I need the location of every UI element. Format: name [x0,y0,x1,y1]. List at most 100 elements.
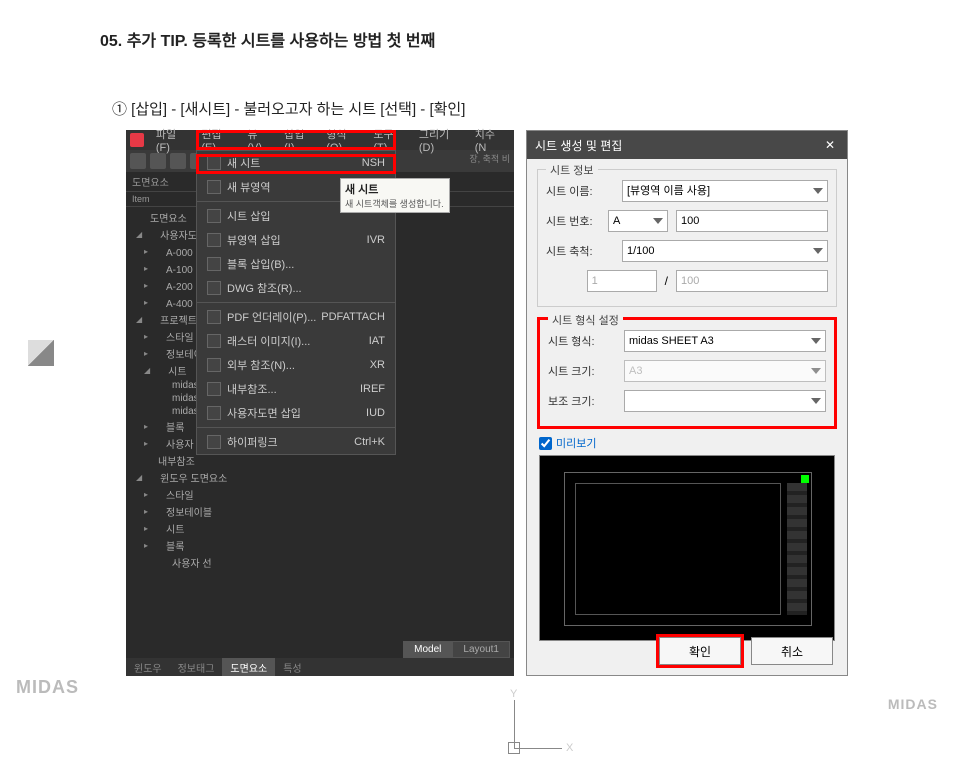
tab-layout1[interactable]: Layout1 [452,641,510,658]
tree-item-label: 도면요소 [150,210,187,225]
preview-area [539,455,835,641]
chevron-icon: ◢ [144,366,150,375]
chevron-icon: ▸ [144,332,148,341]
menu-separator [197,302,395,303]
tree-item-label: 블록 [166,419,184,434]
menu-item[interactable]: DWG 참조(R)... [197,276,395,300]
folder-icon [136,213,146,223]
tooltip-desc: 새 시트객체를 생성합니다. [345,197,445,210]
status-tab-infotag[interactable]: 정보태그 [170,658,223,676]
status-tab-window[interactable]: 윈도우 [126,658,170,676]
close-icon[interactable]: ✕ [821,136,839,154]
node-icon [152,422,162,432]
side-logo-icon [28,340,54,366]
sheet-number-input[interactable] [676,210,828,232]
menu-item[interactable]: PDF 언더레이(P)...PDFATTACH [197,305,395,329]
status-tab-drawing[interactable]: 도면요소 [222,658,275,676]
ok-button[interactable]: 확인 [659,637,741,665]
menu-item-shortcut: IVR [367,234,385,246]
new-sheet-tooltip: 새 시트 새 시트객체를 생성합니다. [340,178,450,213]
menu-item-label: 내부참조... [227,381,277,397]
menu-item-icon [207,334,221,348]
ucs-axis-icon: Y X [496,700,576,780]
status-tabs: 윈도우 정보태그 도면요소 특성 [126,658,514,676]
ribbon-tool-icon[interactable] [130,153,146,169]
menu-file[interactable]: 파일(F) [150,124,193,156]
tree-item[interactable]: ▸시트 [126,520,514,537]
menu-item-shortcut: IUD [366,407,385,419]
sheet-icon [158,394,168,404]
page-title: 05. 추가 TIP. 등록한 시트를 사용하는 방법 첫 번째 [100,27,435,51]
menu-item-label: 하이퍼링크 [227,434,278,450]
menu-item[interactable]: 외부 참조(N)...XR [197,353,395,377]
highlight-new-sheet-item [196,154,396,174]
tree-item[interactable]: ▸스타일 [126,486,514,503]
menu-item-label: 새 뷰영역 [227,179,271,195]
ribbon-tool-icon[interactable] [170,153,186,169]
tab-model[interactable]: Model [403,641,452,658]
tooltip-title: 새 시트 [345,181,445,197]
menu-item[interactable]: 래스터 이미지(I)...IAT [197,329,395,353]
menu-item-icon [207,382,221,396]
brand-bottom-left: MIDAS [16,677,79,698]
dialog-title: 시트 생성 및 편집 [535,137,622,154]
tree-item-label: 블록 [166,538,184,553]
menu-item[interactable]: 블록 삽입(B)... [197,252,395,276]
menu-draw[interactable]: 그리기(D) [413,124,467,156]
menu-item[interactable]: 내부참조... IREF [197,377,395,401]
node-icon [152,541,162,551]
menu-item-label: DWG 참조(R)... [227,280,302,296]
cancel-button[interactable]: 취소 [751,637,833,665]
aux-size-select[interactable] [624,390,826,412]
chevron-icon: ▸ [144,541,148,550]
menu-item-shortcut: IREF [360,383,385,395]
sheet-icon [158,381,168,391]
sheet-format-select[interactable]: midas SHEET A3 [624,330,826,352]
node-icon [152,490,162,500]
menu-item-label: 사용자도면 삽입 [227,405,301,421]
ribbon-tool-icon[interactable] [150,153,166,169]
node-icon [154,366,164,376]
preview-checkbox[interactable] [539,437,552,450]
node-icon [158,558,168,568]
chevron-icon: ◢ [136,315,142,324]
chevron-icon: ▸ [144,247,148,256]
folder-icon [152,264,162,274]
tree-item-label: 시트 [166,521,184,536]
menu-item[interactable]: 뷰영역 삽입IVR [197,228,395,252]
status-tab-props[interactable]: 특성 [275,658,309,676]
scale-slash: / [665,274,668,288]
folder-icon [146,230,156,240]
chevron-icon: ▸ [144,264,148,273]
sheet-number-prefix-select[interactable]: A [608,210,668,232]
label-sheet-format: 시트 형식: [548,333,616,349]
menu-item[interactable]: 하이퍼링크Ctrl+K [197,430,395,454]
menu-item-icon [207,180,221,194]
sheet-info-group: 시트 정보 시트 이름: [뷰영역 이름 사용] 시트 번호: A 시트 축척:… [537,169,837,307]
menu-item-icon [207,435,221,449]
preview-frame-icon [564,472,812,626]
sheet-scale-select[interactable]: 1/100 [622,240,828,262]
sheet-info-group-title: 시트 정보 [546,162,598,178]
menu-item[interactable]: 사용자도면 삽입 IUD [197,401,395,425]
tree-item[interactable]: ◢윈도우 도면요소 [126,469,514,486]
tree-item[interactable]: ▸ 블록 [126,537,514,554]
ribbon-right-text: 장, 축적 비 [469,152,510,165]
node-icon [152,524,162,534]
sheet-name-select[interactable]: [뷰영역 이름 사용] [622,180,828,202]
menu-item-shortcut: IAT [369,335,385,347]
chevron-icon: ▸ [144,507,148,516]
tree-item[interactable]: 사용자 선 [126,554,514,571]
tree-item[interactable]: ▸정보테이블 [126,503,514,520]
menu-item-label: PDF 언더레이(P)... [227,309,316,325]
folder-icon [152,298,162,308]
folder-icon [152,281,162,291]
menu-item-icon [207,281,221,295]
node-icon [152,332,162,342]
chevron-icon: ▸ [144,298,148,307]
sheet-icon [158,407,168,417]
preview-checkbox-row[interactable]: 미리보기 [539,435,835,451]
menu-item-label: 외부 참조(N)... [227,357,295,373]
preview-label: 미리보기 [556,435,596,451]
tree-item-label: 사용자 선 [172,555,212,570]
